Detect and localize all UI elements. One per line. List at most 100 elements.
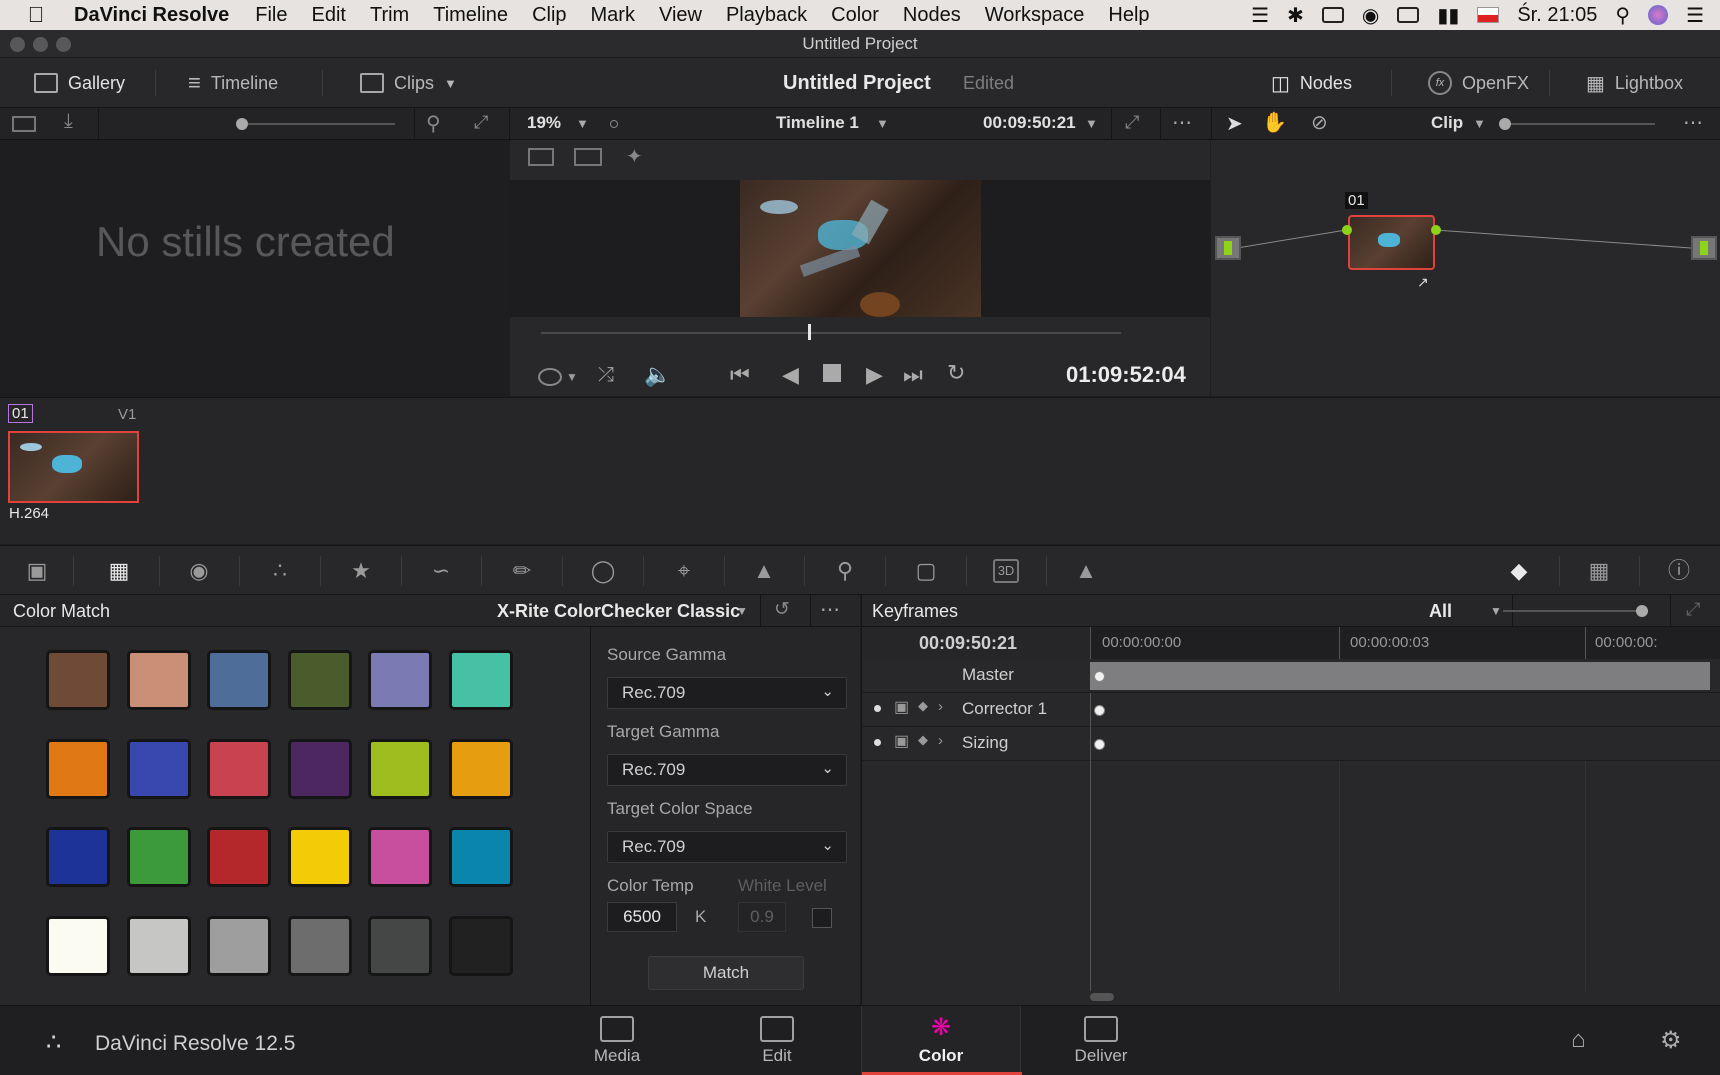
magic-wand-icon[interactable]: ✦ [626, 144, 643, 169]
chevron-down-icon[interactable]: ▼ [566, 370, 578, 384]
chevron-right-icon[interactable]: › [938, 732, 943, 749]
timeline-toggle[interactable]: ≡ Timeline [188, 58, 278, 108]
airplay-icon[interactable] [1397, 7, 1420, 23]
sidebar-icon[interactable] [12, 116, 36, 132]
source-input-node[interactable] [1215, 236, 1241, 260]
color-swatch[interactable] [46, 827, 110, 887]
menu-help[interactable]: Help [1108, 4, 1149, 27]
close-window-button[interactable] [10, 37, 25, 52]
page-media[interactable]: Media [537, 1006, 697, 1075]
color-swatch[interactable] [448, 738, 513, 799]
loop-icon[interactable]: ↻ [947, 360, 965, 386]
menu-nodes[interactable]: Nodes [903, 4, 961, 27]
scrub-bar[interactable] [541, 332, 1121, 334]
target-space-select[interactable]: Rec.709 ⌄ [607, 831, 847, 863]
keyframe-row-sizing[interactable]: ▣ ◆ › Sizing [862, 727, 1720, 761]
key-icon[interactable]: ⚲ [832, 559, 858, 583]
nodes-toggle[interactable]: ◫ Nodes [1271, 58, 1352, 108]
siri-icon[interactable] [1648, 5, 1669, 25]
keyframe-row-master[interactable]: Master [862, 659, 1720, 693]
apple-icon[interactable]:  [16, 2, 56, 28]
image-wipe-icon[interactable] [528, 148, 554, 166]
home-icon[interactable]: ⌂ [1571, 1026, 1586, 1054]
page-edit[interactable]: Edit [697, 1006, 857, 1075]
source-gamma-select[interactable]: Rec.709 ⌄ [607, 677, 847, 709]
white-level-input[interactable]: 0.9 [738, 902, 786, 932]
camera-raw-icon[interactable]: ▣ [24, 559, 50, 583]
wifi-icon[interactable]: ◉ [1362, 3, 1379, 28]
menu-workspace[interactable]: Workspace [985, 4, 1085, 27]
diamond-icon[interactable]: ◆ [918, 698, 928, 714]
scopes-icon[interactable]: ▦ [1586, 559, 1612, 583]
hand-icon[interactable]: ✋ [1262, 110, 1287, 135]
qualifier-icon[interactable]: ✏ [509, 559, 535, 583]
color-wheels-icon[interactable]: ◉ [186, 559, 212, 583]
power-windows-icon[interactable]: ◯ [590, 559, 616, 583]
menu-trim[interactable]: Trim [370, 4, 409, 27]
menu-clip[interactable]: Clip [532, 4, 566, 27]
clip-thumbnail[interactable] [8, 431, 139, 503]
color-swatch[interactable] [46, 738, 110, 799]
color-match-icon[interactable]: ▦ [106, 559, 132, 583]
chevron-down-icon[interactable]: ▼ [1085, 116, 1098, 131]
menu-color[interactable]: Color [831, 4, 879, 27]
chevron-down-icon[interactable]: ▼ [1473, 116, 1486, 131]
bypass-icon[interactable]: ⊘ [1311, 110, 1328, 135]
menu-mark[interactable]: Mark [591, 4, 635, 27]
speaker-output-icon[interactable] [538, 368, 562, 386]
gallery-toggle[interactable]: Gallery [34, 58, 125, 108]
clips-toggle[interactable]: Clips ▼ [360, 58, 457, 108]
node-output-port[interactable] [1431, 225, 1441, 235]
curves-icon[interactable]: ∽ [428, 559, 454, 583]
slider-knob[interactable] [1636, 605, 1648, 617]
info-icon[interactable]: ⓘ [1666, 559, 1692, 583]
keyframe-marker[interactable] [1094, 739, 1105, 750]
keyframe-zoom-slider[interactable] [1503, 610, 1643, 612]
color-swatch[interactable] [368, 738, 432, 799]
fullscreen-icon[interactable]: ⤢ [1125, 112, 1139, 133]
menu-edit[interactable]: Edit [312, 4, 346, 27]
color-swatch[interactable] [287, 827, 352, 887]
spotlight-search-icon[interactable]: ⚲ [1615, 3, 1630, 28]
flag-icon[interactable] [1477, 7, 1500, 23]
color-swatch[interactable] [368, 915, 432, 976]
more-options-icon[interactable]: ⋯ [820, 597, 840, 622]
output-node[interactable] [1691, 236, 1717, 260]
page-deliver[interactable]: Deliver [1021, 1006, 1181, 1075]
color-swatch[interactable] [287, 915, 352, 976]
color-swatch[interactable] [126, 827, 191, 887]
battery-icon[interactable]: ▮▮ [1437, 3, 1459, 28]
diamond-icon[interactable]: ◆ [918, 732, 928, 748]
color-swatch[interactable] [287, 738, 352, 799]
skip-to-start-icon[interactable]: ⏮ [730, 362, 750, 388]
split-screen-icon[interactable] [574, 148, 602, 166]
color-swatch[interactable] [46, 915, 110, 976]
tracker-icon[interactable]: ⌖ [671, 559, 697, 583]
timecode-display[interactable]: 00:09:50:21 [983, 113, 1076, 133]
settings-gear-icon[interactable]: ⚙ [1660, 1026, 1682, 1055]
color-swatch[interactable] [448, 827, 513, 887]
target-gamma-select[interactable]: Rec.709 ⌄ [607, 754, 847, 786]
more-options-icon[interactable]: ⋯ [1172, 110, 1192, 135]
keyframe-ruler[interactable]: 00:00:00:00 00:00:00:03 00:00:00: [1090, 627, 1720, 659]
openfx-toggle[interactable]: fx OpenFX [1428, 58, 1529, 108]
chevron-down-icon[interactable]: ▼ [736, 604, 748, 618]
white-level-checkbox[interactable] [812, 908, 832, 928]
notification-center-icon[interactable]: ☰ [1686, 3, 1704, 28]
clock[interactable]: Śr. 21:05 [1517, 4, 1597, 27]
menu-timeline[interactable]: Timeline [433, 4, 508, 27]
chevron-down-icon[interactable]: ▼ [1490, 604, 1502, 618]
color-swatch[interactable] [448, 650, 513, 710]
match-button[interactable]: Match [648, 956, 804, 990]
expand-icon[interactable]: ⤢ [1686, 599, 1700, 620]
keyframes-icon[interactable]: ◆ [1506, 559, 1532, 583]
corrector-node[interactable] [1348, 215, 1435, 270]
enable-dot-icon[interactable] [874, 705, 881, 712]
lock-icon[interactable]: ▣ [894, 731, 909, 751]
search-icon[interactable]: ⚲ [426, 111, 441, 136]
lock-icon[interactable]: ▣ [894, 697, 909, 717]
sizing-icon[interactable]: ▢ [913, 559, 939, 583]
app-menu[interactable]: DaVinci Resolve [74, 4, 229, 27]
menu-file[interactable]: File [255, 4, 287, 27]
video-frame[interactable] [740, 180, 981, 317]
